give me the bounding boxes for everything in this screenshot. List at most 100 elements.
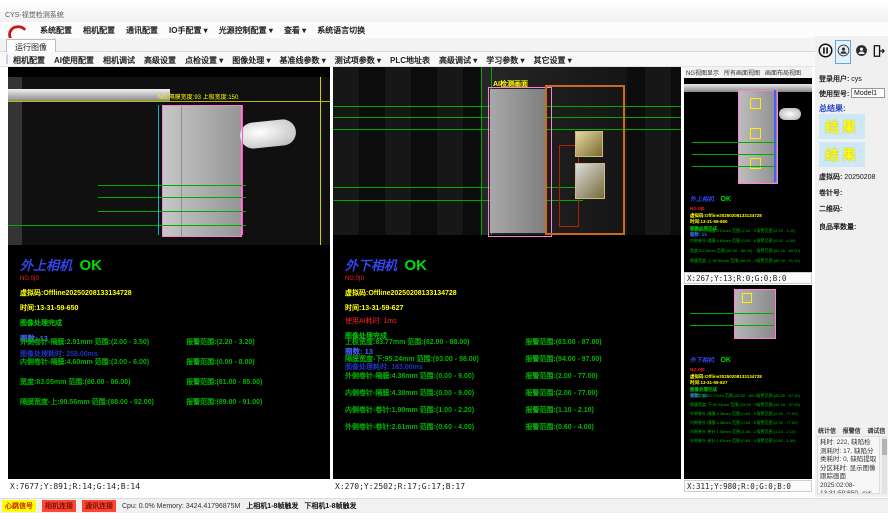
tool-advanced-debug[interactable]: 高级调试 ▾: [439, 55, 477, 66]
tab-all-views[interactable]: 所有画面视图: [724, 68, 760, 77]
menu-comm-config[interactable]: 通讯配置: [126, 25, 158, 36]
exit-icon: [872, 44, 886, 61]
menu-system-config[interactable]: 系统配置: [40, 25, 72, 36]
tool-learning-params[interactable]: 学习参数 ▾: [486, 55, 524, 66]
image-annotation: AI检测画面: [493, 79, 528, 89]
tab-layout-view[interactable]: 画面布局视图: [765, 68, 801, 77]
camera-view-upper[interactable]: NG:隔膜宽度:93 上极宽度:150 外上相机 OK NG:0|0 虚拟码:O…: [8, 67, 330, 479]
tool-test-params[interactable]: 测试项参数 ▾: [335, 55, 381, 66]
measure-alarm-range: 报警范围:(0.60 - 4.00): [757, 438, 809, 447]
measure-value: 外侧卷针-隔膜:2.91mm 范围:(2.00 - 3.50): [20, 337, 186, 357]
pause-button[interactable]: [817, 40, 833, 64]
tool-camera-config[interactable]: 相机配置: [13, 55, 45, 66]
toolbar-items: 相机配置 AI使用配置 相机调试 高级设置 点检设置 ▾ 图像处理 ▾ 基准线参…: [13, 55, 572, 66]
barcode-line: 虚拟码:Offline20250208133134728: [20, 288, 320, 298]
measure-alarm-range: 报警范围:(89.00 - 91.00): [757, 258, 809, 268]
measure-alarm-range: 报警范围:(2.00 - 77.00): [757, 411, 809, 420]
measure-value: 内侧卷针-隔膜:4.38mm 范围:(0.00 - 9.00): [690, 420, 757, 429]
measure-row: 上极宽度:83.77mm 范围:(82.00 - 88.00) 报警范围:(83…: [345, 337, 673, 354]
overlay-line: [692, 166, 776, 167]
tab-ng-view[interactable]: NG视图显示: [686, 68, 719, 77]
roller: [239, 118, 297, 150]
overlay-line: [692, 154, 776, 155]
pixel-readout-upper: X:7677;Y:891;R:14;G:14;B:14: [10, 482, 140, 494]
pixel-readout-mini-upper: X:267;Y:13;R:0;G:0;B:0: [684, 272, 812, 284]
tool-plc-address[interactable]: PLC地址表: [390, 55, 430, 66]
log-scrollbar-thumb[interactable]: [882, 439, 887, 455]
measure-value: 隔膜宽度-下:95.24mm 范围:(93.00 - 98.00): [690, 402, 757, 411]
measure-row: 隔膜宽度-下:95.24mm 范围:(93.00 - 98.00) 报警范围:(…: [345, 354, 673, 371]
measure-value: 内侧卷针-隔膜:4.60mm 范围:(3.00 - 6.00): [690, 238, 757, 248]
menu-camera-config[interactable]: 相机配置: [83, 25, 115, 36]
app-window: CYS-视觉检测系统 系统配置 相机配置 通讯配置 IO手配置 ▾ 光源控制配置…: [0, 0, 888, 522]
tool-spot-check[interactable]: 点检设置 ▾: [185, 55, 223, 66]
measure-alarm-range: 报警范围:(0.60 - 4.00): [525, 422, 673, 439]
log-text: 耗时: 222, 缺陷检测耗时: 17, 缺陷分类耗时: 0, 缺陷提取分区耗时…: [817, 436, 880, 494]
model-label: 使用型号:: [819, 89, 849, 99]
measure-alarm-range: 报警范围:(81.00 - 85.00): [757, 248, 809, 258]
ng-count: NG:0|0: [20, 275, 320, 283]
login-user-row: 登录用户: cys: [819, 74, 862, 84]
tool-image-processing[interactable]: 图像处理 ▾: [232, 55, 270, 66]
mini-image-upper: [684, 78, 812, 182]
title-bar: CYS-视觉检测系统: [0, 0, 888, 22]
menu-view[interactable]: 查看 ▾: [284, 25, 306, 36]
tool-advanced-settings[interactable]: 高级设置: [144, 55, 176, 66]
pixel-readout-mini-lower: X:311;Y:980;R:0;G:0;B:0: [684, 480, 812, 492]
model-input[interactable]: Model1: [851, 88, 885, 98]
operator-button[interactable]: [853, 40, 869, 64]
menu-light-config[interactable]: 光源控制配置 ▾: [219, 25, 273, 36]
overlay-line: [690, 313, 774, 314]
mini-view-upper[interactable]: 外上相机 OK NG:0|0 虚拟码:Offline20250208133134…: [684, 78, 812, 272]
camera-title: 外下相机: [690, 358, 714, 364]
measure-alarm-range: 报警范围:(81.00 - 85.00): [186, 377, 322, 397]
tool-camera-debug[interactable]: 相机调试: [103, 55, 135, 66]
measure-alarm-range: 报警范围:(2.00 - 77.00): [525, 371, 673, 388]
time-line: 时间:13-31-59-627: [345, 303, 671, 313]
camera-image-lower[interactable]: AI检测画面: [333, 67, 681, 235]
tab-strip: 运行图像: [0, 38, 888, 52]
measure-value: 内侧卷针-隔膜:4.38mm 范围:(0.00 - 9.00): [345, 388, 525, 405]
camera-title: 外上相机: [20, 258, 72, 273]
camera-view-lower[interactable]: AI检测画面 外下相机 OK NG:0|0 虚拟码:Offline2025020…: [333, 67, 681, 479]
measure-row: 外侧卷针-卷针:2.61mm 范围:(0.60 - 4.00) 报警范围:(0.…: [345, 422, 673, 439]
measure-alarm-range: 报警范围:(0.00 - 8.00): [757, 238, 809, 248]
tool-ai-usage-config[interactable]: AI使用配置: [54, 55, 94, 66]
camera-link-indicator: 相机连接: [42, 500, 76, 512]
tool-baseline-params[interactable]: 基准线参数 ▾: [280, 55, 326, 66]
login-user-label: 登录用户:: [819, 76, 849, 83]
measure-value: 内侧卷针-隔膜:4.60mm 范围:(3.00 - 6.00): [20, 357, 186, 377]
measure-alarm-range: 报警范围:(83.00 - 87.00): [525, 337, 673, 354]
pause-icon: [818, 43, 833, 61]
measure-alarm-range: 报警范围:(2.20 - 3.20): [186, 337, 322, 357]
measure-value: 外侧卷针-卷针:2.61mm 范围:(0.60 - 4.00): [345, 422, 525, 439]
result-badge-upper: 结果: [819, 114, 865, 139]
camera-title: 外下相机: [345, 258, 397, 273]
upper-camera-trigger-status: 上相机1-8帧触发: [246, 501, 298, 511]
user-switch-button[interactable]: [835, 40, 851, 64]
total-result-label: 总结果:: [819, 103, 846, 114]
tool-other-settings[interactable]: 其它设置 ▾: [534, 55, 572, 66]
measure-row: 内侧卷针-隔膜:4.38mm 范围:(0.00 - 9.00) 报警范围:(2.…: [345, 388, 673, 405]
ai-elapsed-line: 使用AI耗时: 1ms: [345, 318, 671, 326]
measurement-list: 外侧卷针-隔膜:2.91mm 范围:(2.00 - 3.50)报警范围:(2.2…: [690, 228, 809, 268]
logout-button[interactable]: [871, 40, 887, 64]
measure-value: 上极宽度:83.77mm 范围:(82.00 - 88.00): [345, 337, 525, 354]
overlay-line: [8, 225, 246, 226]
login-user-value: cys: [851, 76, 862, 83]
measure-value: 隔膜宽度-下:95.24mm 范围:(93.00 - 98.00): [345, 354, 525, 371]
tab-contact: [575, 131, 603, 157]
operator-icon: [855, 44, 868, 60]
menu-io-config[interactable]: IO手配置 ▾: [169, 25, 208, 36]
measure-row: 隔膜宽度-上:90.56mm 范围:(88.00 - 92.00) 报警范围:(…: [20, 397, 322, 417]
overlay-line: [774, 90, 776, 182]
measurement-list: 上极宽度:83.77mm 范围:(82.00 - 88.00)报警范围:(83.…: [690, 393, 809, 447]
camera-image-upper[interactable]: NG:隔膜宽度:93 上极宽度:150: [8, 77, 330, 245]
mini-view-lower[interactable]: 外下相机 OK NG:0|0 虚拟码:Offline20250208133134…: [684, 285, 812, 479]
roi-box-yellow: [750, 98, 761, 109]
measure-alarm-range: 报警范围:(1.10 - 2.10): [757, 429, 809, 438]
measure-row: 宽度:83.05mm 范围:(80.00 - 86.00) 报警范围:(81.0…: [20, 377, 322, 397]
cell-region: [734, 289, 776, 339]
menu-language-switch[interactable]: 系统语言切换: [317, 25, 365, 36]
log-scrollbar[interactable]: [882, 436, 887, 494]
